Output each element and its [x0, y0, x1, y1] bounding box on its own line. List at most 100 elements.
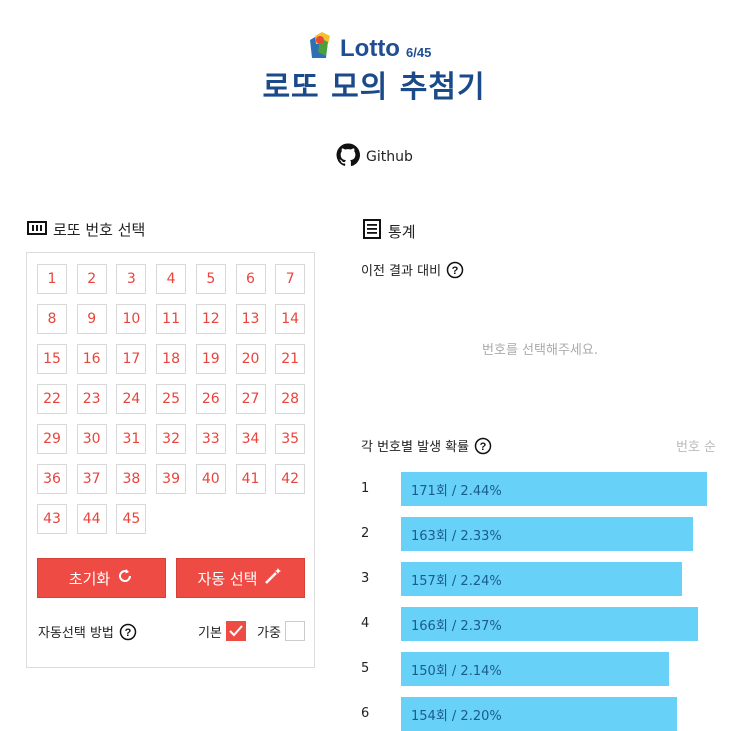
probability-row-number: 2 — [361, 526, 370, 541]
number-ball-28[interactable]: 28 — [275, 384, 306, 414]
number-ball-2[interactable]: 2 — [76, 264, 107, 294]
number-ball-36[interactable]: 36 — [37, 464, 67, 494]
list-icon — [362, 219, 382, 243]
compare-heading-label: 이전 결과 대비 — [361, 264, 442, 279]
number-ball-29[interactable]: 29 — [37, 424, 67, 454]
probability-row-number: 5 — [361, 661, 370, 676]
number-ball-39[interactable]: 39 — [156, 464, 187, 494]
probability-bar: 154회 / 2.20% — [401, 697, 677, 731]
option-weighted-label: 가중 — [257, 625, 281, 641]
magic-wand-icon — [263, 566, 283, 590]
probability-bar: 150회 / 2.14% — [401, 652, 669, 686]
svg-text:?: ? — [480, 441, 487, 453]
number-ball-22[interactable]: 22 — [37, 384, 67, 414]
number-ball-41[interactable]: 41 — [235, 464, 266, 494]
number-ball-15[interactable]: 15 — [37, 344, 67, 374]
number-ball-37[interactable]: 37 — [76, 464, 107, 494]
number-ball-18[interactable]: 18 — [156, 344, 187, 374]
number-ball-21[interactable]: 21 — [275, 344, 306, 374]
number-ball-35[interactable]: 35 — [275, 424, 306, 454]
help-icon[interactable]: ? — [119, 623, 137, 641]
number-ball-24[interactable]: 24 — [116, 384, 147, 414]
option-weighted-checkbox[interactable] — [284, 621, 305, 641]
reset-button[interactable]: 초기화 — [37, 558, 166, 598]
help-icon[interactable]: ? — [446, 261, 464, 279]
number-ball-31[interactable]: 31 — [116, 424, 147, 454]
number-ball-5[interactable]: 5 — [195, 264, 226, 294]
number-ball-25[interactable]: 25 — [156, 384, 187, 414]
number-ball-33[interactable]: 33 — [195, 424, 226, 454]
number-ball-30[interactable]: 30 — [76, 424, 107, 454]
probability-heading-label: 각 번호별 발생 확률 — [361, 440, 470, 455]
lotto-logo-icon: Lotto 6/45 — [310, 32, 431, 62]
number-ball-40[interactable]: 40 — [195, 464, 226, 494]
option-basic-label: 기본 — [198, 625, 222, 641]
number-ball-13[interactable]: 13 — [235, 304, 266, 334]
number-ball-27[interactable]: 27 — [235, 384, 266, 414]
probability-bar: 157회 / 2.24% — [401, 562, 682, 596]
number-ball-17[interactable]: 17 — [116, 344, 147, 374]
probability-bar: 166회 / 2.37% — [401, 607, 698, 641]
number-ball-32[interactable]: 32 — [156, 424, 187, 454]
probability-row: 1 171회 / 2.44% — [361, 472, 731, 506]
option-weighted[interactable]: 가중 — [257, 621, 305, 641]
github-icon — [336, 143, 360, 171]
probability-row: 3 157회 / 2.24% — [361, 562, 731, 596]
reset-button-label: 초기화 — [68, 569, 111, 588]
compare-heading: 이전 결과 대비 ? — [361, 260, 464, 279]
refresh-icon — [116, 567, 134, 589]
probability-row-number: 3 — [361, 571, 370, 586]
number-ball-6[interactable]: 6 — [235, 264, 266, 294]
number-ball-23[interactable]: 23 — [76, 384, 107, 414]
logo-text: Lotto — [340, 35, 400, 62]
number-ball-8[interactable]: 8 — [37, 304, 67, 334]
number-ball-10[interactable]: 10 — [116, 304, 147, 334]
number-ball-43[interactable]: 43 — [37, 504, 67, 534]
number-ball-14[interactable]: 14 — [275, 304, 306, 334]
check-icon — [229, 625, 243, 637]
number-ball-4[interactable]: 4 — [156, 264, 187, 294]
number-ball-34[interactable]: 34 — [235, 424, 266, 454]
github-link[interactable]: Github — [336, 143, 413, 171]
probability-bar: 171회 / 2.44% — [401, 472, 707, 506]
svg-text:?: ? — [125, 627, 132, 639]
option-basic-checkbox[interactable] — [225, 621, 246, 641]
probability-bar: 163회 / 2.33% — [401, 517, 693, 551]
probability-row: 2 163회 / 2.33% — [361, 517, 731, 551]
auto-select-button[interactable]: 자동 선택 — [176, 558, 305, 598]
number-ball-3[interactable]: 3 — [116, 264, 147, 294]
number-ball-26[interactable]: 26 — [195, 384, 226, 414]
stats-heading: 통계 — [362, 219, 416, 243]
auto-method-text: 자동선택 방법 — [38, 626, 114, 641]
number-ball-9[interactable]: 9 — [76, 304, 107, 334]
probability-bar-label: 166회 / 2.37% — [411, 618, 502, 634]
probability-bar-label: 171회 / 2.44% — [411, 483, 502, 499]
number-ball-44[interactable]: 44 — [76, 504, 107, 534]
number-ball-38[interactable]: 38 — [116, 464, 147, 494]
number-ball-7[interactable]: 7 — [275, 264, 306, 294]
help-icon[interactable]: ? — [474, 437, 492, 455]
compare-placeholder: 번호를 선택해주세요. — [482, 343, 598, 358]
auto-select-button-label: 자동 선택 — [197, 569, 258, 588]
probability-row: 4 166회 / 2.37% — [361, 607, 731, 641]
picker-heading: 로또 번호 선택 — [27, 219, 145, 240]
number-ball-16[interactable]: 16 — [76, 344, 107, 374]
auto-method-label: 자동선택 방법 ? — [38, 622, 137, 641]
number-ball-19[interactable]: 19 — [195, 344, 226, 374]
svg-text:?: ? — [452, 265, 459, 277]
probability-row-number: 1 — [361, 481, 370, 496]
probability-row-number: 4 — [361, 616, 370, 631]
probability-bar-label: 154회 / 2.20% — [411, 708, 502, 724]
number-ball-1[interactable]: 1 — [37, 264, 67, 294]
option-basic[interactable]: 기본 — [198, 621, 246, 641]
number-ball-45[interactable]: 45 — [116, 504, 147, 534]
github-label: Github — [366, 149, 413, 165]
number-ball-20[interactable]: 20 — [235, 344, 266, 374]
sort-toggle[interactable]: 번호 순 — [676, 436, 716, 455]
number-ball-11[interactable]: 11 — [156, 304, 187, 334]
number-ball-12[interactable]: 12 — [195, 304, 226, 334]
picker-heading-label: 로또 번호 선택 — [53, 221, 146, 239]
number-ball-42[interactable]: 42 — [275, 464, 306, 494]
probability-bar-label: 163회 / 2.33% — [411, 528, 502, 544]
lottery-ticket-icon — [27, 220, 47, 240]
